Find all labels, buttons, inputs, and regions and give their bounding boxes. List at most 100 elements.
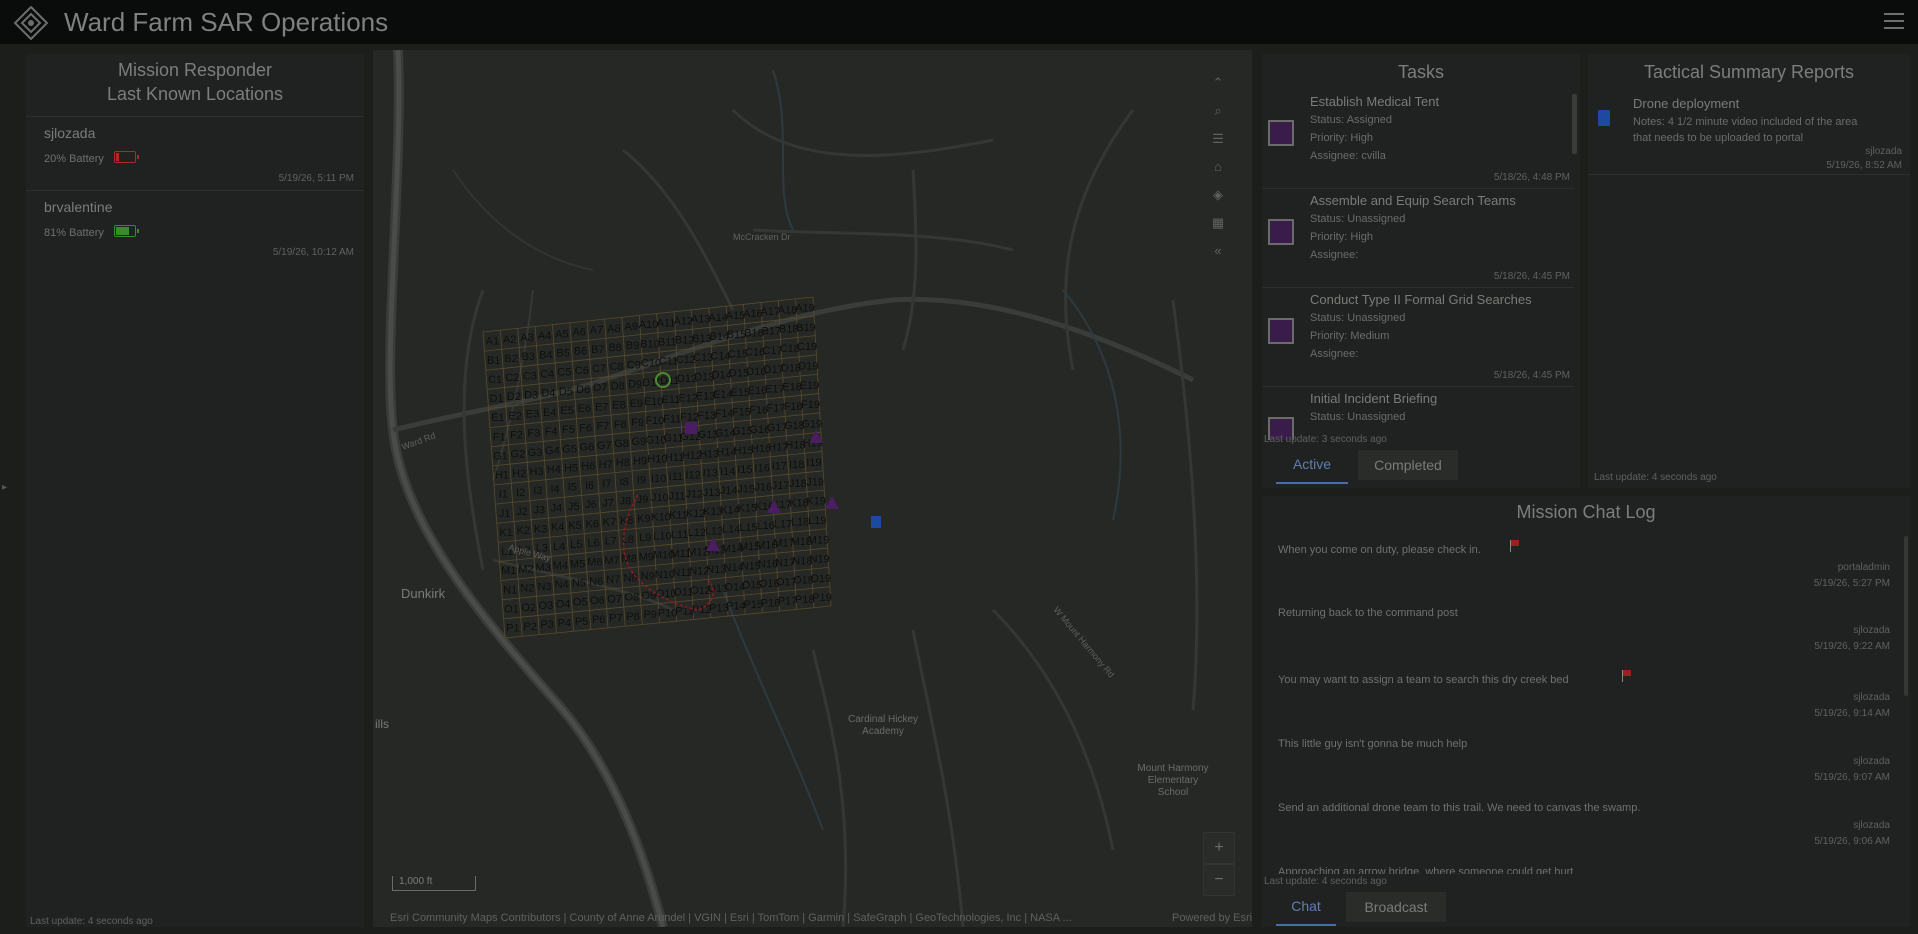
menu-icon[interactable] — [1884, 13, 1904, 31]
grid-cell-label: O4 — [556, 598, 571, 610]
grid-cell-label: F2 — [510, 430, 523, 442]
task-item[interactable]: Initial Incident Briefing Status: Unassi… — [1262, 389, 1574, 440]
chat-message: You may want to assign a team to search … — [1278, 670, 1898, 732]
battery-icon — [114, 151, 139, 163]
grid-cell-label: P8 — [626, 611, 639, 623]
task-title: Establish Medical Tent — [1310, 94, 1440, 109]
zoom-out-button[interactable]: − — [1203, 864, 1235, 896]
flag-icon[interactable] — [1510, 540, 1520, 552]
grid-cell-label: K3 — [534, 524, 547, 536]
grid-cell-label: I6 — [585, 480, 594, 492]
grid-cell-label: L7 — [605, 536, 617, 548]
tab-completed[interactable]: Completed — [1358, 450, 1458, 480]
powered-by[interactable]: Powered by Esri — [1172, 912, 1252, 924]
task-item[interactable]: Conduct Type II Formal Grid Searches Sta… — [1262, 290, 1574, 387]
grid-cell-label: L11 — [671, 529, 689, 541]
task-checkbox[interactable] — [1268, 318, 1294, 344]
task-assignee: Assignee: — [1310, 249, 1359, 261]
grid-cell-label: J19 — [806, 476, 824, 488]
chat-message: Approaching an arrow bridge, where someo… — [1278, 866, 1898, 874]
chat-user: portaladmin — [1837, 562, 1890, 573]
document-icon — [1598, 110, 1610, 126]
grid-cell-label: J10 — [651, 492, 669, 504]
task-time: 5/18/26, 4:45 PM — [1493, 271, 1570, 282]
grid-cell-label: B5 — [556, 348, 569, 360]
chat-title: Mission Chat Log — [1516, 502, 1656, 522]
grid-cell-label: F19 — [801, 399, 820, 411]
grid-cell-label: H4 — [547, 464, 561, 476]
chat-last-update: Last update: 4 seconds ago — [1264, 876, 1387, 887]
grid-cell-label: E3 — [526, 409, 539, 421]
grid-cell-label: D7 — [593, 382, 607, 394]
grid-cell-label: F18 — [784, 401, 803, 413]
task-list-scrollbar[interactable] — [1572, 94, 1577, 154]
grid-cell-label: A7 — [590, 325, 603, 337]
task-item[interactable]: Assemble and Equip Search Teams Status: … — [1262, 191, 1574, 288]
grid-cell-label: C2 — [505, 372, 519, 384]
chat-scrollbar[interactable] — [1904, 536, 1908, 696]
last-update: Last update: 4 seconds ago — [30, 916, 153, 927]
grid-cell-label: E10 — [644, 396, 664, 408]
grid-cell-label: P19 — [812, 592, 832, 604]
task-marker[interactable] — [685, 422, 697, 434]
map-attribution[interactable]: Esri Community Maps Contributors | Count… — [390, 912, 1072, 924]
task-marker[interactable] — [825, 496, 839, 509]
grid-cell-label: L5 — [570, 539, 582, 551]
battery-text: 20% Battery — [44, 153, 104, 165]
grid-cell-label: I9 — [637, 475, 646, 487]
grid-cell-label: P7 — [609, 613, 622, 625]
chat-user: sjlozada — [1853, 692, 1890, 703]
chat-message: When you come on duty, please check in. … — [1278, 540, 1898, 602]
grid-cell-label: B2 — [504, 353, 517, 365]
zoom-in-button[interactable]: + — [1203, 832, 1235, 864]
grid-cell-label: D8 — [611, 380, 625, 392]
task-checkbox[interactable] — [1268, 219, 1294, 245]
grid-cell-label: I18 — [789, 459, 804, 471]
grid-icon[interactable]: ▦ — [1203, 210, 1233, 236]
grid-cell-label: L17 — [774, 518, 792, 530]
grid-cell-label: C3 — [523, 370, 537, 382]
place-label-academy: Cardinal Hickey — [848, 714, 918, 725]
grid-cell-label: L10 — [653, 531, 671, 543]
tab-chat[interactable]: Chat — [1276, 898, 1336, 926]
grid-cell-label: E8 — [612, 400, 625, 412]
report-notes: Notes: 4 1/2 minute video included of th… — [1633, 116, 1858, 128]
search-icon[interactable]: ⌕ — [1203, 98, 1233, 124]
chevrons-up-icon[interactable]: ⌃ — [1203, 70, 1233, 96]
grid-cell-label: E9 — [630, 398, 643, 410]
report-marker[interactable] — [871, 516, 881, 528]
grid-cell-label: E7 — [595, 401, 608, 413]
grid-cell-label: K19 — [806, 496, 826, 508]
app-logo-icon — [14, 6, 48, 40]
search-grid: A1 A2 A3 A4 A5 A6 A7 A8 A9 A10A11A12A13A14A15A16A… — [482, 296, 832, 639]
tab-broadcast[interactable]: Broadcast — [1346, 892, 1446, 922]
grid-cell-label: M7 — [604, 555, 619, 567]
responder-item[interactable]: brvalentine 81% Battery 5/19/26, 10:12 A… — [26, 190, 364, 263]
chevrons-left-icon[interactable]: « — [1203, 238, 1233, 264]
grid-cell-label: F14 — [715, 408, 734, 420]
task-item[interactable]: Establish Medical Tent Status: Assigned … — [1262, 92, 1574, 189]
map-toolbar: ⌃ ⌕ ☰ ⌂ ◈ ▦ « — [1203, 70, 1233, 270]
grid-cell-label: F17 — [766, 403, 785, 415]
grid-cell-label: H2 — [512, 468, 526, 480]
home-icon[interactable]: ⌂ — [1203, 154, 1233, 180]
grid-cell-label: K4 — [551, 522, 564, 534]
place-label-school: Mount Harmony — [1137, 763, 1208, 774]
grid-cell-label: J16 — [754, 482, 772, 494]
collapse-sidebar-icon[interactable]: ▸ — [2, 482, 7, 493]
grid-cell-label: M4 — [553, 560, 568, 572]
responder-item[interactable]: sjlozada 20% Battery 5/19/26, 5:11 PM — [26, 116, 364, 189]
tactical-title: Tactical Summary Reports — [1643, 62, 1855, 82]
grid-cell-label: P5 — [575, 616, 588, 628]
map-view[interactable]: A1 A2 A3 A4 A5 A6 A7 A8 A9 A10 A11 A12 A13 A14 A15 A16 A… — [373, 50, 1252, 927]
grid-cell-label: L13 — [705, 525, 723, 537]
list-icon[interactable]: ☰ — [1203, 126, 1233, 152]
layers-icon[interactable]: ◈ — [1203, 182, 1233, 208]
task-checkbox[interactable] — [1268, 120, 1294, 146]
report-item[interactable]: Drone deployment Notes: 4 1/2 minute vid… — [1588, 94, 1910, 175]
flag-icon[interactable] — [1622, 670, 1632, 682]
grid-cell-label: H9 — [633, 455, 647, 467]
grid-cell-label: H8 — [616, 457, 630, 469]
grid-cell-label: D2 — [507, 391, 521, 403]
tab-active[interactable]: Active — [1276, 456, 1348, 484]
